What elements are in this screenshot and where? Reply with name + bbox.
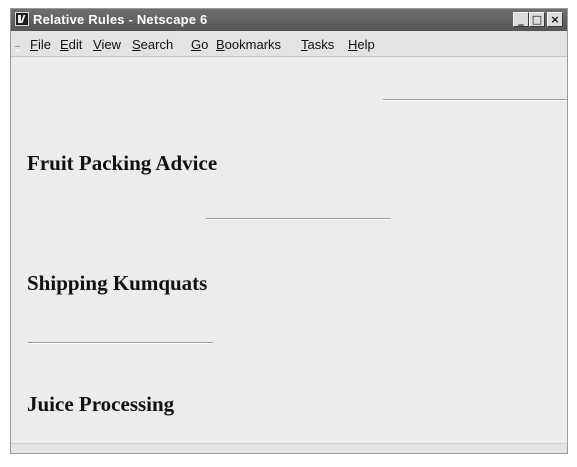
maximize-button[interactable]: □ [529,12,545,27]
menu-file-mnemonic: F [30,37,38,52]
menu-bar: File Edit View Search Go Bookmarks Tasks… [11,31,567,57]
page-content: Fruit Packing Advice Shipping Kumquats J… [11,57,567,453]
title-bar[interactable]: Relative Rules - Netscape 6 _ □ × [11,9,567,31]
menu-bookmarks[interactable]: Bookmarks [216,37,281,52]
menu-go[interactable]: Go [191,37,208,52]
menu-search-mnemonic: S [132,37,141,52]
netscape-app-icon[interactable] [15,12,29,26]
menu-search[interactable]: Search [132,37,173,52]
heading-juice-processing: Juice Processing [27,392,175,416]
status-bar [11,443,567,453]
horizontal-rule-left [28,342,213,344]
menu-view-rest: iew [101,37,121,52]
menu-bookmarks-mnemonic: B [216,37,225,52]
minimize-button[interactable]: _ [513,12,529,27]
menu-file-rest: ile [37,37,51,52]
close-button[interactable]: × [547,12,563,27]
menu-help-mnemonic: H [348,37,358,52]
menu-help-rest: elp [357,37,375,52]
menu-search-rest: earch [140,37,174,52]
menu-edit-mnemonic: E [60,37,69,52]
menu-edit-rest: dit [68,37,83,52]
menu-bookmarks-rest: ookmarks [224,37,282,52]
menubar-grip[interactable] [15,46,20,51]
menu-file[interactable]: File [30,37,51,52]
menu-tasks[interactable]: Tasks [301,37,334,52]
horizontal-rule-right [383,99,567,101]
horizontal-rule-center [206,218,391,220]
window-title: Relative Rules - Netscape 6 [33,12,208,27]
menu-view[interactable]: View [93,37,121,52]
menu-tasks-rest: asks [307,37,335,52]
menu-go-rest: o [201,37,209,52]
menu-go-mnemonic: G [191,37,202,52]
menu-edit[interactable]: Edit [60,37,82,52]
heading-fruit-packing-advice: Fruit Packing Advice [27,151,218,175]
browser-window: Relative Rules - Netscape 6 _ □ × File E… [10,8,568,454]
heading-shipping-kumquats: Shipping Kumquats [27,271,208,295]
menu-help[interactable]: Help [348,37,375,52]
